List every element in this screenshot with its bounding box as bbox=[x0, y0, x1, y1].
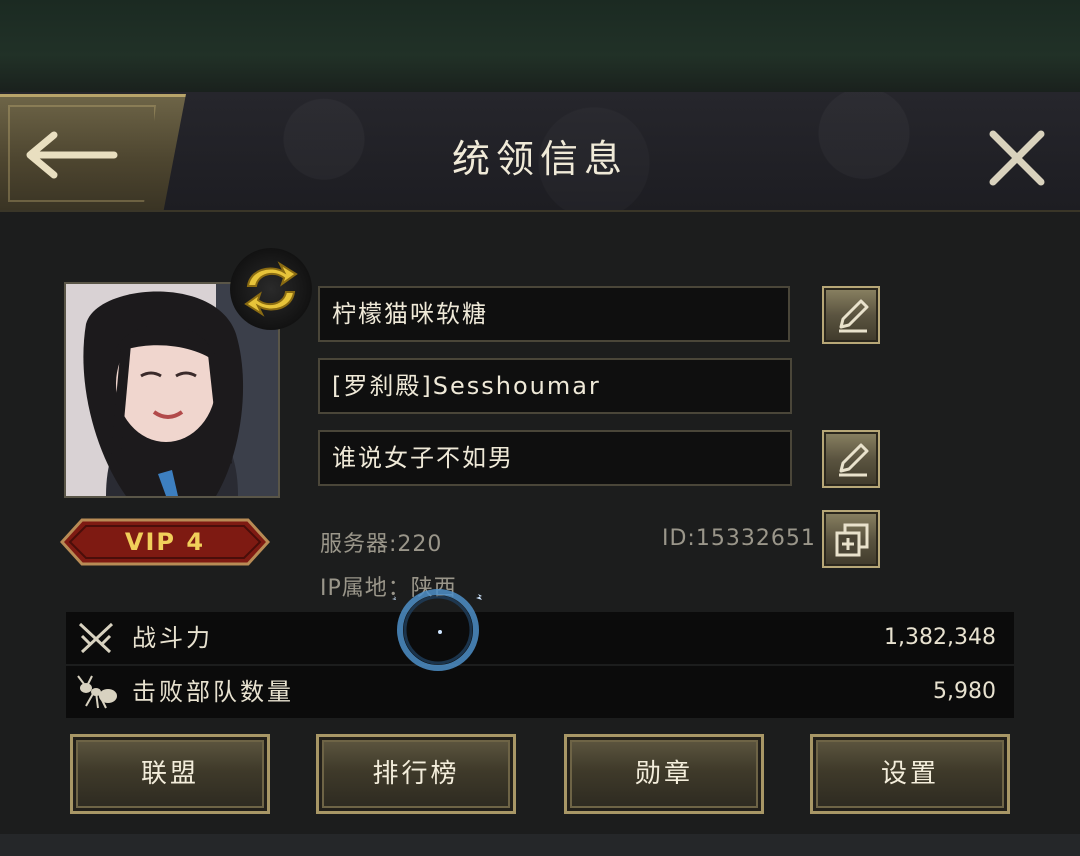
player-id-label: ID:15332651 bbox=[662, 526, 816, 551]
ranking-button[interactable]: 排行榜 bbox=[316, 734, 516, 814]
vip-badge[interactable]: VIP 4 bbox=[59, 516, 271, 568]
change-avatar-button[interactable] bbox=[230, 248, 312, 330]
signature-field[interactable]: 谁说女子不如男 bbox=[318, 430, 792, 486]
bottom-bar bbox=[0, 834, 1080, 856]
edit-name-button[interactable] bbox=[822, 286, 880, 344]
refresh-icon bbox=[244, 261, 298, 317]
settings-button[interactable]: 设置 bbox=[810, 734, 1010, 814]
stat-value: 5,980 bbox=[933, 679, 996, 704]
combat-power-row: 战斗力 1,382,348 bbox=[66, 612, 1014, 664]
close-button[interactable] bbox=[985, 126, 1049, 190]
server-label: 服务器:220 bbox=[320, 532, 443, 557]
close-icon bbox=[989, 130, 1045, 186]
stat-value: 1,382,348 bbox=[884, 625, 996, 650]
copy-id-button[interactable] bbox=[822, 510, 880, 568]
defeated-troops-row: 击败部队数量 5,980 bbox=[66, 666, 1014, 718]
vip-level: VIP 4 bbox=[124, 528, 206, 556]
ip-location-label: IP属地：陕西 bbox=[320, 576, 457, 601]
medals-button[interactable]: 勋章 bbox=[564, 734, 764, 814]
pencil-icon bbox=[839, 299, 869, 333]
copy-icon bbox=[835, 523, 869, 557]
stat-label: 战斗力 bbox=[132, 624, 213, 652]
player-name-field[interactable]: 柠檬猫咪软糖 bbox=[318, 286, 790, 342]
ant-icon bbox=[77, 675, 117, 709]
edit-signature-button[interactable] bbox=[822, 430, 880, 488]
alliance-name-field: [罗刹殿]Sesshoumar bbox=[318, 358, 792, 414]
crossed-swords-icon bbox=[78, 622, 114, 654]
alliance-button[interactable]: 联盟 bbox=[70, 734, 270, 814]
stat-label: 击败部队数量 bbox=[132, 678, 294, 706]
background-scene bbox=[0, 0, 1080, 92]
pencil-icon bbox=[839, 443, 869, 477]
page-title: 统领信息 bbox=[451, 137, 628, 181]
